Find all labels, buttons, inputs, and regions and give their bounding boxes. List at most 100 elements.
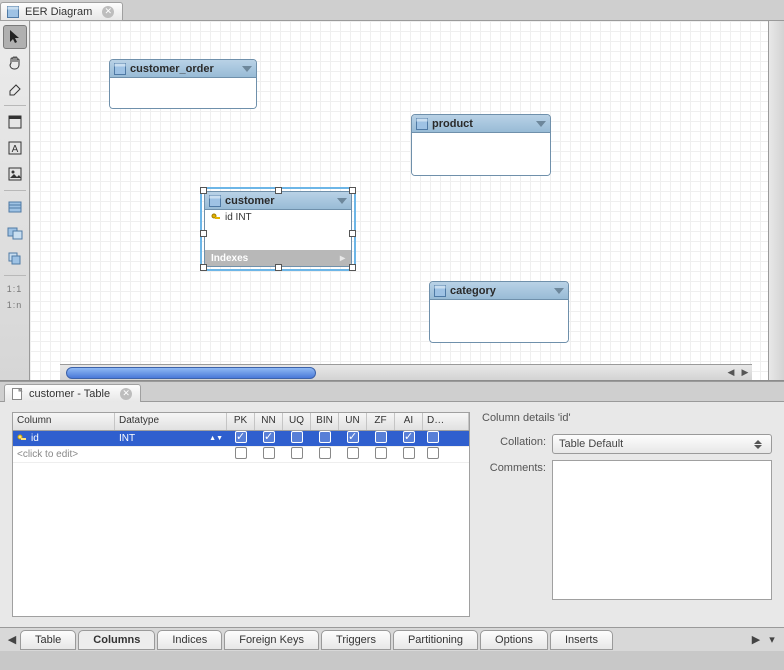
checkbox-un[interactable] [347,431,359,443]
col-header-zf[interactable]: ZF [367,413,395,430]
checkbox-pk[interactable] [235,447,247,459]
resize-handle[interactable] [349,230,356,237]
collation-select[interactable]: Table Default [552,434,772,454]
collation-label: Collation: [482,434,546,448]
scroll-thumb[interactable] [66,367,316,379]
resize-handle[interactable] [200,230,207,237]
col-header-default[interactable]: D… [423,413,469,430]
scroll-right-icon[interactable]: ▶ [738,366,752,380]
relation-1-1-label[interactable]: 1:1 [7,284,23,294]
checkbox-nn[interactable] [263,431,275,443]
separator [4,190,26,191]
tab-label: EER Diagram [25,6,92,18]
separator [4,105,26,106]
subtab-options[interactable]: Options [480,630,548,650]
vertical-scrollbar[interactable] [768,21,784,380]
document-icon [11,388,23,400]
collation-value: Table Default [559,438,623,450]
tab-eer-diagram[interactable]: EER Diagram ✕ [0,2,123,21]
entity-customer-order[interactable]: customer_order [109,59,257,109]
resize-handle[interactable] [275,187,282,194]
eraser-tool[interactable] [3,77,27,101]
resize-handle[interactable] [200,187,207,194]
resize-handle[interactable] [349,264,356,271]
cursor-tool[interactable] [3,25,27,49]
checkbox-ai[interactable] [403,431,415,443]
checkbox-un[interactable] [347,447,359,459]
chevron-down-icon[interactable] [536,121,546,127]
entity-category[interactable]: category [429,281,569,343]
svg-text:A: A [11,144,18,155]
entity-customer[interactable]: customer id INT Indexes ▸ [204,191,352,267]
relation-1-n-label[interactable]: 1:n [7,300,23,310]
table-icon [434,285,446,297]
stepper-icon[interactable]: ▲▼ [209,436,223,441]
table-icon [209,195,221,207]
col-header-nn[interactable]: NN [255,413,283,430]
entity-title: category [450,285,496,297]
text-tool[interactable]: A [3,136,27,160]
subtab-table[interactable]: Table [20,630,76,650]
table-row[interactable]: id INT ▲▼ [13,431,469,447]
subtab-partitioning[interactable]: Partitioning [393,630,478,650]
col-header-column[interactable]: Column [13,413,115,430]
checkbox-bin[interactable] [319,447,331,459]
entity-title: customer_order [130,63,214,75]
cell-name: id [31,433,39,444]
hand-tool[interactable] [3,51,27,75]
table-icon [416,118,428,130]
checkbox-nn[interactable] [263,447,275,459]
subtab-foreign-keys[interactable]: Foreign Keys [224,630,319,650]
close-icon[interactable]: ✕ [120,388,132,400]
col-header-pk[interactable]: PK [227,413,255,430]
resize-handle[interactable] [275,264,282,271]
table-icon [7,6,19,18]
checkbox-ai[interactable] [403,447,415,459]
comments-textarea[interactable] [552,460,772,600]
columns-grid: Column Datatype PK NN UQ BIN UN ZF AI D…… [12,412,470,617]
col-header-ai[interactable]: AI [395,413,423,430]
new-table-tool[interactable] [3,195,27,219]
resize-handle[interactable] [349,187,356,194]
collapse-panel-icon[interactable]: ▾ [764,631,780,649]
chevron-down-icon[interactable] [554,288,564,294]
tool-palette: A 1:1 1:n [0,21,30,380]
checkbox-bin[interactable] [319,431,331,443]
subtab-columns[interactable]: Columns [78,630,155,650]
checkbox-default[interactable] [427,431,439,443]
checkbox-uq[interactable] [291,431,303,443]
cell-type: INT [119,433,135,444]
layer-tool[interactable] [3,110,27,134]
tab-customer-table[interactable]: customer - Table ✕ [4,384,141,403]
resize-handle[interactable] [200,264,207,271]
chevron-down-icon[interactable] [337,198,347,204]
col-header-datatype[interactable]: Datatype [115,413,227,430]
checkbox-uq[interactable] [291,447,303,459]
subtab-indices[interactable]: Indices [157,630,222,650]
tabs-scroll-right-icon[interactable]: ▶ [748,631,764,649]
checkbox-pk[interactable] [235,431,247,443]
col-header-uq[interactable]: UQ [283,413,311,430]
checkbox-zf[interactable] [375,431,387,443]
column-details: Column details 'id' Collation: Table Def… [482,412,772,617]
subtab-inserts[interactable]: Inserts [550,630,613,650]
table-row-new[interactable]: <click to edit> [13,447,469,463]
columns-grid-header: Column Datatype PK NN UQ BIN UN ZF AI D… [13,413,469,431]
subtab-triggers[interactable]: Triggers [321,630,391,650]
col-header-un[interactable]: UN [339,413,367,430]
close-icon[interactable]: ✕ [102,6,114,18]
entity-product[interactable]: product [411,114,551,176]
checkbox-default[interactable] [427,447,439,459]
image-tool[interactable] [3,162,27,186]
col-header-bin[interactable]: BIN [311,413,339,430]
entity-column-row[interactable]: id INT [205,210,351,225]
horizontal-scrollbar[interactable]: ◀ ▶ [60,364,752,380]
tabs-scroll-left-icon[interactable]: ◀ [4,631,20,649]
routine-group-tool[interactable] [3,247,27,271]
diagram-canvas[interactable]: customer_order product category [30,21,768,380]
checkbox-zf[interactable] [375,447,387,459]
chevron-down-icon[interactable] [242,66,252,72]
entity-column-text: id INT [225,212,252,223]
new-view-tool[interactable] [3,221,27,245]
scroll-left-icon[interactable]: ◀ [724,366,738,380]
